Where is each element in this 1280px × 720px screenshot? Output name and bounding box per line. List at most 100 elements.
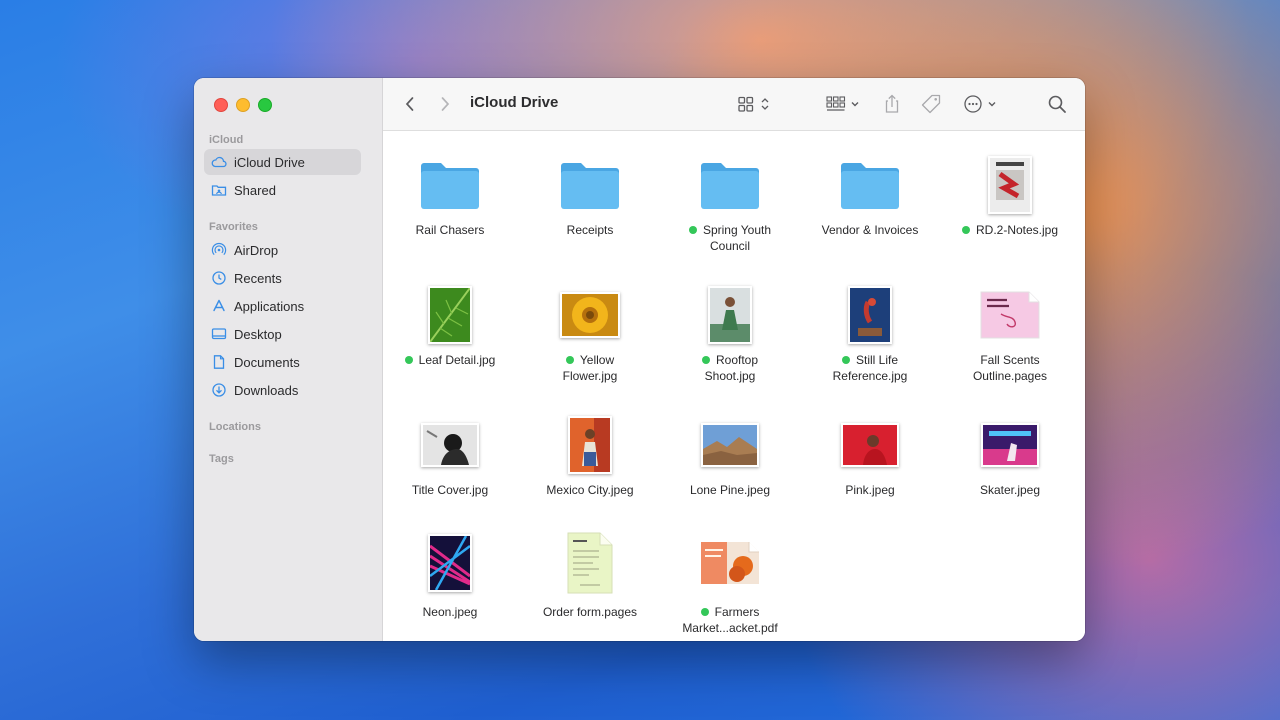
file-name: RD.2-Notes.jpg xyxy=(940,222,1080,238)
sidebar-item-shared[interactable]: Shared xyxy=(204,177,361,203)
file-item[interactable]: Rail Chasers xyxy=(380,151,520,261)
green-tag-dot xyxy=(961,226,970,234)
folder-icon xyxy=(800,151,940,219)
sidebar-item-label: Recents xyxy=(234,270,282,286)
sidebar-item-desktop[interactable]: Desktop xyxy=(204,321,361,347)
search-button[interactable] xyxy=(1045,92,1069,116)
green-tag-dot xyxy=(688,226,697,234)
image-thumbnail xyxy=(380,529,520,597)
share-button[interactable] xyxy=(881,92,903,116)
file-item[interactable]: Neon.jpeg xyxy=(380,529,520,629)
file-item[interactable]: Receipts xyxy=(520,151,660,261)
forward-button[interactable] xyxy=(434,92,456,116)
sidebar-item-icloud-drive[interactable]: iCloud Drive xyxy=(204,149,361,175)
file-name: Leaf Detail.jpg xyxy=(380,352,520,368)
file-name: Farmers Market...acket.pdf xyxy=(682,605,778,635)
download-icon xyxy=(211,382,227,398)
file-item[interactable]: Fall Scents Outline.pages xyxy=(940,281,1080,391)
file-grid: Rail Chasers Receipts Spring Youth Counci… xyxy=(383,131,1085,641)
group-icon xyxy=(826,96,859,111)
back-button[interactable] xyxy=(399,92,421,116)
file-name: Order form.pages xyxy=(542,605,638,619)
zoom-button[interactable] xyxy=(258,98,272,112)
image-thumbnail xyxy=(380,281,520,349)
image-thumbnail xyxy=(800,411,940,479)
search-icon xyxy=(1048,95,1066,113)
file-item[interactable]: Still Life Reference.jpg xyxy=(800,281,940,391)
file-item[interactable]: RD.2-Notes.jpg xyxy=(940,151,1080,261)
close-button[interactable] xyxy=(214,98,228,112)
file-item[interactable]: Rooftop Shoot.jpg xyxy=(660,281,800,391)
sidebar-section-icloud: iCloud xyxy=(209,134,244,146)
file-name: Title Cover.jpg xyxy=(411,483,489,497)
cloud-icon xyxy=(211,154,227,170)
applications-icon xyxy=(211,298,227,314)
file-name: Pink.jpeg xyxy=(845,483,895,497)
document-icon xyxy=(211,354,227,370)
sidebar-item-applications[interactable]: Applications xyxy=(204,293,361,319)
more-actions-button[interactable] xyxy=(963,92,1001,116)
sidebar-item-label: Downloads xyxy=(234,382,299,398)
sidebar-item-airdrop[interactable]: AirDrop xyxy=(204,237,361,263)
airdrop-icon xyxy=(211,242,227,258)
file-item[interactable]: Pink.jpeg xyxy=(800,411,940,501)
file-item[interactable]: Spring Youth Council xyxy=(660,151,800,261)
sidebar-item-recents[interactable]: Recents xyxy=(204,265,361,291)
image-thumbnail xyxy=(520,281,660,349)
file-name: Receipts xyxy=(566,223,614,237)
image-thumbnail xyxy=(940,151,1080,219)
pdf-document-icon xyxy=(660,529,800,597)
sidebar-item-label: iCloud Drive xyxy=(234,154,305,170)
sidebar-section-locations[interactable]: Locations xyxy=(209,421,261,433)
file-item[interactable]: Order form.pages xyxy=(520,529,660,629)
file-name: Rooftop Shoot.jpg xyxy=(660,352,800,384)
tag-button[interactable] xyxy=(919,92,943,116)
green-tag-dot xyxy=(700,608,709,616)
folder-icon xyxy=(520,151,660,219)
file-name: Vendor & Invoices xyxy=(821,223,919,237)
pages-document-icon xyxy=(520,529,660,597)
green-tag-dot xyxy=(565,356,574,364)
file-name: Fall Scents Outline.pages xyxy=(972,353,1048,383)
sidebar-item-label: Applications xyxy=(234,298,305,314)
image-thumbnail xyxy=(380,411,520,479)
sidebar: iCloud iCloud Drive Shared Favorites Air… xyxy=(194,78,383,641)
file-item[interactable]: Mexico City.jpeg xyxy=(520,411,660,501)
file-item[interactable]: Vendor & Invoices xyxy=(800,151,940,261)
window-controls xyxy=(214,98,272,112)
file-name: Still Life Reference.jpg xyxy=(832,353,908,383)
file-item[interactable]: Farmers Market...acket.pdf xyxy=(660,529,800,635)
view-mode-button[interactable] xyxy=(737,92,775,116)
file-name: Neon.jpeg xyxy=(422,605,478,619)
ellipsis-circle-icon xyxy=(964,95,996,113)
file-name: Yellow Flower.jpg xyxy=(562,353,618,383)
file-name: Spring Youth Council xyxy=(660,222,800,254)
sidebar-section-favorites: Favorites xyxy=(209,221,258,233)
finder-window: iCloud iCloud Drive Shared Favorites Air… xyxy=(194,78,1085,641)
file-item[interactable]: Skater.jpeg xyxy=(940,411,1080,501)
image-thumbnail xyxy=(660,281,800,349)
green-tag-dot xyxy=(701,356,710,364)
image-thumbnail xyxy=(520,411,660,479)
file-item[interactable]: Lone Pine.jpeg xyxy=(660,411,800,501)
chevron-right-icon xyxy=(441,97,450,111)
file-name: Mexico City.jpeg xyxy=(546,483,634,497)
green-tag-dot xyxy=(404,356,413,364)
shared-folder-icon xyxy=(211,182,227,198)
file-item[interactable]: Title Cover.jpg xyxy=(380,411,520,501)
grid-view-icon xyxy=(738,96,769,112)
sidebar-item-label: Desktop xyxy=(234,326,282,342)
sidebar-item-documents[interactable]: Documents xyxy=(204,349,361,375)
group-button[interactable] xyxy=(825,92,865,116)
green-tag-dot xyxy=(841,356,850,364)
clock-icon xyxy=(211,270,227,286)
file-item[interactable]: Leaf Detail.jpg xyxy=(380,281,520,391)
image-thumbnail xyxy=(800,281,940,349)
sidebar-section-tags[interactable]: Tags xyxy=(209,453,234,465)
file-item[interactable]: Yellow Flower.jpg xyxy=(520,281,660,391)
folder-icon xyxy=(380,151,520,219)
minimize-button[interactable] xyxy=(236,98,250,112)
share-icon xyxy=(885,94,899,113)
pages-document-icon xyxy=(940,281,1080,349)
sidebar-item-downloads[interactable]: Downloads xyxy=(204,377,361,403)
